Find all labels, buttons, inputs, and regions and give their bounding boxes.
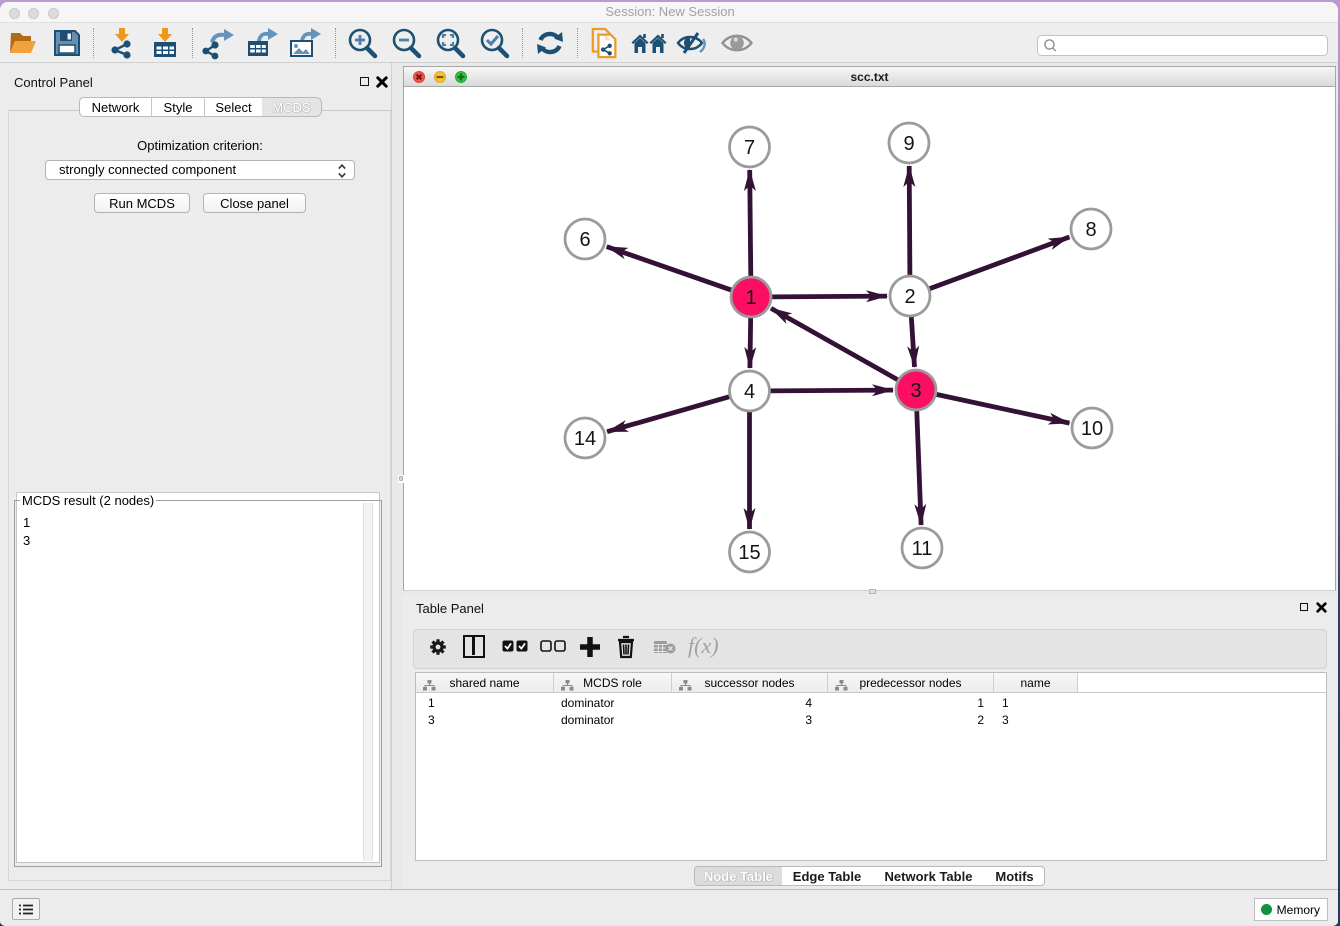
svg-text:15: 15	[738, 542, 760, 564]
svg-text:11: 11	[912, 538, 933, 560]
svg-text:6: 6	[579, 229, 590, 251]
svg-text:9: 9	[903, 133, 914, 155]
svg-text:2: 2	[904, 286, 915, 308]
svg-text:4: 4	[744, 381, 755, 403]
svg-text:7: 7	[744, 137, 755, 159]
svg-text:3: 3	[910, 380, 921, 402]
svg-text:10: 10	[1081, 418, 1103, 440]
svg-text:14: 14	[574, 428, 596, 450]
svg-text:1: 1	[745, 287, 756, 309]
svg-text:8: 8	[1085, 219, 1096, 241]
